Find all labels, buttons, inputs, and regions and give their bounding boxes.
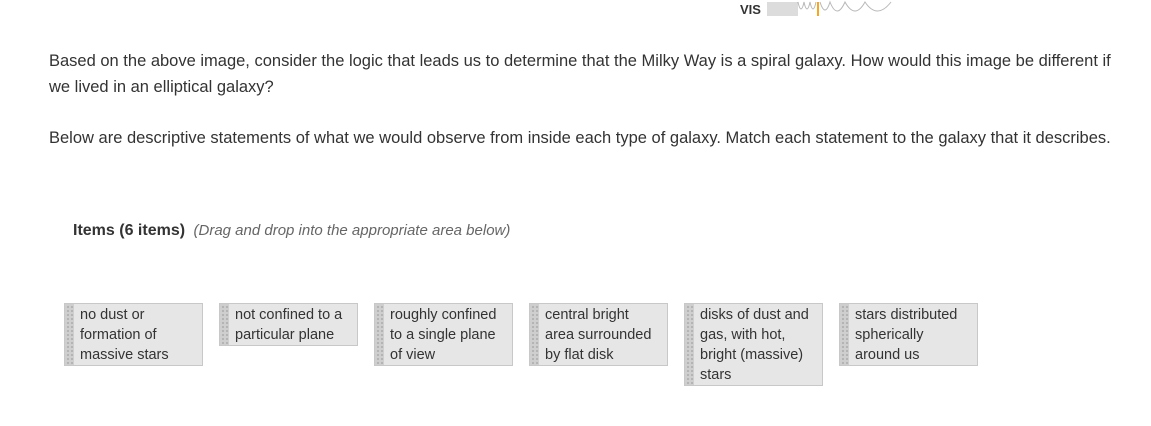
drag-item[interactable]: disks of dust and gas, with hot, bright … — [684, 303, 823, 386]
drag-item[interactable]: central bright area surrounded by flat d… — [529, 303, 668, 366]
question-paragraph-2: Below are descriptive statements of what… — [49, 129, 1111, 147]
items-count-label: Items (6 items) — [73, 222, 186, 239]
items-drag-hint: (Drag and drop into the appropriate area… — [193, 222, 511, 239]
drag-handle-icon[interactable] — [220, 304, 229, 345]
drag-item[interactable]: not confined to a particular plane — [219, 303, 358, 346]
drag-item[interactable]: no dust or formation of massive stars — [64, 303, 203, 366]
draggable-items-list: no dust or formation of massive stars no… — [64, 303, 978, 386]
drag-item-label: not confined to a particular plane — [235, 307, 343, 343]
drag-handle-icon[interactable] — [375, 304, 384, 365]
question-paragraph-1: Based on the above image, consider the l… — [49, 52, 1111, 96]
drag-item-label: roughly confined to a single plane of vi… — [390, 307, 497, 363]
question-page: VIS Based on the above image, consider t… — [0, 0, 1151, 426]
drag-item-label: central bright area surrounded by flat d… — [545, 307, 652, 363]
drag-item[interactable]: roughly confined to a single plane of vi… — [374, 303, 513, 366]
spectrum-strip: VIS — [740, 0, 907, 20]
drag-item-label: stars distributed spherically around us — [855, 307, 958, 363]
wave-spectrum-icon — [766, 0, 892, 16]
drag-item[interactable]: stars distributed spherically around us — [839, 303, 978, 366]
visible-band-marker — [816, 2, 819, 16]
drag-handle-icon[interactable] — [840, 304, 849, 365]
vis-label: VIS — [740, 2, 761, 17]
items-header: Items (6 items) (Drag and drop into the … — [73, 222, 510, 240]
drag-handle-icon[interactable] — [65, 304, 74, 365]
drag-item-label: disks of dust and gas, with hot, bright … — [700, 307, 809, 383]
drag-item-label: no dust or formation of massive stars — [80, 307, 169, 363]
drag-handle-icon[interactable] — [685, 304, 694, 385]
drag-handle-icon[interactable] — [530, 304, 539, 365]
